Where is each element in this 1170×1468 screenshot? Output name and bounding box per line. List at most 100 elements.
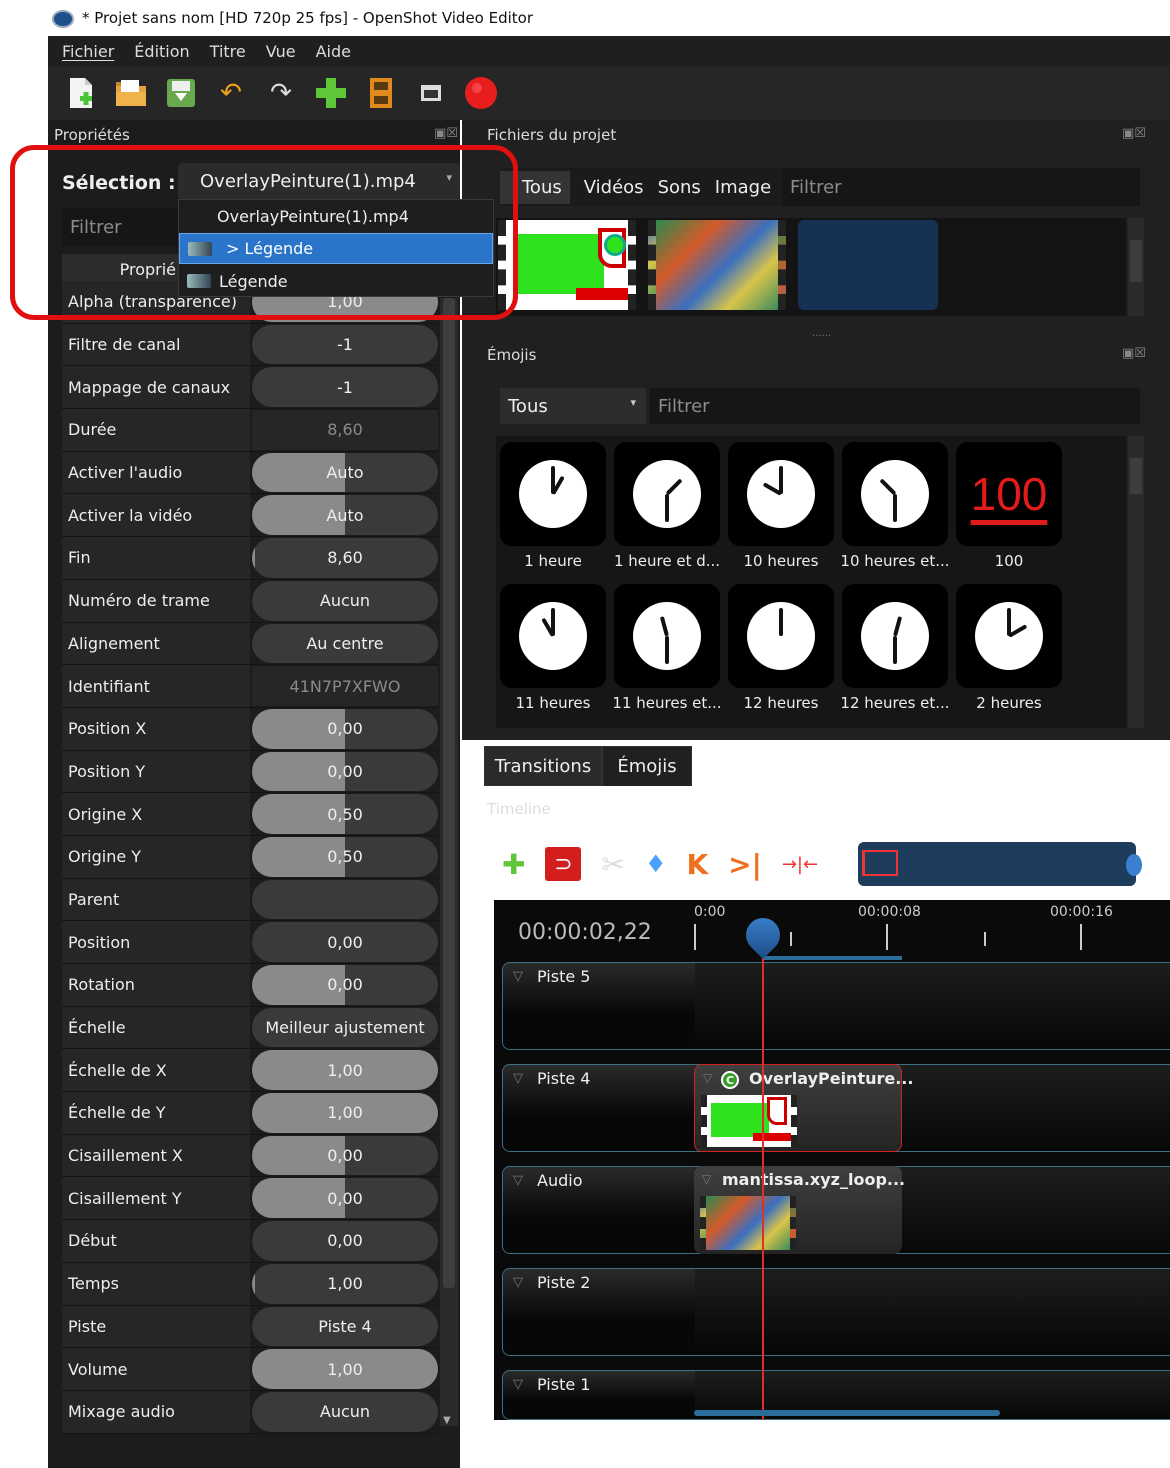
add-track-icon[interactable]: ✚: [502, 848, 525, 881]
scroll-down-icon[interactable]: ▼: [443, 1415, 451, 1426]
property-row[interactable]: Piste Piste 4: [62, 1305, 438, 1349]
property-row[interactable]: Mixage audio Aucun: [62, 1390, 438, 1434]
menu-edition[interactable]: Édition: [134, 42, 189, 61]
file-thumb-overlay[interactable]: [498, 220, 636, 310]
emoji-item[interactable]: 1 heure et d...: [614, 442, 720, 576]
property-row[interactable]: Position 0,00: [62, 921, 438, 964]
property-row[interactable]: Fin 8,60: [62, 537, 438, 580]
property-value[interactable]: 0,50: [252, 836, 438, 877]
timeline-hscrollbar[interactable]: [694, 1410, 1000, 1416]
property-value[interactable]: 0,00: [252, 751, 438, 792]
property-value[interactable]: 1,00: [252, 1093, 438, 1133]
collapse-chevron-icon[interactable]: ▽: [513, 1275, 523, 1290]
property-value[interactable]: -1: [252, 367, 438, 408]
property-value[interactable]: 0,50: [252, 794, 438, 834]
zoom-slider-handle[interactable]: [1126, 854, 1142, 876]
snap-magnet-icon[interactable]: ⊃: [545, 847, 582, 881]
property-row[interactable]: Filtre de canal -1: [62, 323, 438, 367]
export-video-icon[interactable]: [462, 74, 500, 112]
tab-transitions[interactable]: Transitions: [484, 746, 602, 786]
tab-image[interactable]: Image: [715, 177, 771, 198]
collapse-chevron-icon[interactable]: ▽: [513, 1173, 523, 1188]
property-row[interactable]: Début 0,00: [62, 1220, 438, 1263]
property-value[interactable]: 8,60: [252, 538, 438, 578]
timeline-zoom-slider[interactable]: [858, 842, 1142, 886]
property-row[interactable]: Numéro de trame Aucun: [62, 579, 438, 623]
property-value[interactable]: 0,00: [252, 708, 438, 749]
dock-float-close-icon[interactable]: ▣☒: [1122, 126, 1146, 141]
property-value[interactable]: 0,00: [252, 1178, 438, 1219]
emoji-item[interactable]: 11 heures et...: [612, 584, 722, 718]
property-value[interactable]: 0,00: [252, 1135, 438, 1176]
splitter-handle[interactable]: ......: [812, 328, 831, 339]
playhead-line[interactable]: [762, 950, 764, 1420]
property-value[interactable]: -1: [252, 324, 438, 365]
emoji-item[interactable]: 2 heures: [956, 584, 1062, 718]
emoji-item[interactable]: 1 heure: [500, 442, 606, 576]
property-row[interactable]: Alignement Au centre: [62, 622, 438, 666]
dock-float-close-icon[interactable]: ▣☒: [1122, 346, 1146, 361]
properties-scrollbar-thumb[interactable]: [443, 298, 455, 1288]
profile-icon[interactable]: [362, 74, 400, 112]
property-row[interactable]: Échelle de Y 1,00: [62, 1092, 438, 1135]
property-row[interactable]: Mappage de canaux -1: [62, 366, 438, 410]
tab-sons[interactable]: Sons: [658, 177, 701, 198]
tab-videos[interactable]: Vidéos: [584, 177, 644, 198]
property-row[interactable]: Rotation 0,00: [62, 964, 438, 1007]
emoji-category-combobox[interactable]: Tous ▾: [500, 388, 646, 424]
property-value[interactable]: 1,00: [252, 1349, 438, 1389]
menu-titre[interactable]: Titre: [210, 42, 246, 61]
property-row[interactable]: Temps 1,00: [62, 1262, 438, 1306]
property-row[interactable]: Identifiant 41N7P7XFWO: [62, 665, 438, 708]
collapse-chevron-icon[interactable]: ▽: [513, 1071, 523, 1086]
property-value[interactable]: 0,00: [252, 922, 438, 962]
emoji-item[interactable]: 10 heures et...: [840, 442, 950, 576]
save-project-icon[interactable]: [162, 74, 200, 112]
project-files-filter-input[interactable]: Filtrer: [782, 168, 1140, 206]
property-value[interactable]: Auto: [252, 452, 438, 493]
emoji-item[interactable]: 12 heures et...: [840, 584, 950, 718]
clip-menu-icon[interactable]: ▽: [703, 1071, 712, 1085]
property-row[interactable]: Cisaillement Y 0,00: [62, 1177, 438, 1221]
file-thumb-selected[interactable]: [798, 220, 938, 310]
emoji-item[interactable]: 10 heures: [728, 442, 834, 576]
property-row[interactable]: Durée 8,60: [62, 409, 438, 452]
track-piste-2[interactable]: ▽ Piste 2: [502, 1268, 1170, 1356]
menu-vue[interactable]: Vue: [266, 42, 296, 61]
center-playhead-icon[interactable]: →|←: [782, 854, 818, 875]
menu-aide[interactable]: Aide: [316, 42, 351, 61]
property-row[interactable]: Origine X 0,50: [62, 793, 438, 836]
property-value[interactable]: [252, 879, 438, 920]
fullscreen-icon[interactable]: [412, 74, 450, 112]
property-value[interactable]: 1,00: [252, 1263, 438, 1304]
property-row[interactable]: Échelle Meilleur ajustement: [62, 1006, 438, 1050]
emoji-item[interactable]: 100 100: [956, 442, 1062, 576]
next-marker-icon[interactable]: >|: [728, 848, 762, 881]
collapse-chevron-icon[interactable]: ▽: [513, 969, 523, 984]
property-row[interactable]: Position X 0,00: [62, 707, 438, 751]
clip-mantissa-audio[interactable]: ▽ mantissa.xyz_loop...: [694, 1166, 905, 1254]
property-value[interactable]: Aucun: [252, 1391, 438, 1432]
property-value[interactable]: 0,00: [252, 1221, 438, 1261]
emoji-item[interactable]: 11 heures: [500, 584, 606, 718]
menu-fichier[interactable]: Fichier: [62, 42, 114, 61]
file-thumb-mantissa[interactable]: [648, 220, 786, 310]
tab-emojis[interactable]: Émojis: [602, 746, 692, 786]
property-row[interactable]: Parent: [62, 878, 438, 922]
property-row[interactable]: Activer l'audio Auto: [62, 451, 438, 495]
property-row[interactable]: Volume 1,00: [62, 1348, 438, 1391]
previous-marker-icon[interactable]: K: [686, 848, 708, 881]
track-piste-5[interactable]: ▽ Piste 5: [502, 962, 1170, 1050]
property-row[interactable]: Cisaillement X 0,00: [62, 1134, 438, 1178]
properties-scrollbar[interactable]: ▼: [440, 298, 458, 1426]
emoji-scrollbar[interactable]: [1128, 436, 1144, 728]
property-row[interactable]: Origine Y 0,50: [62, 835, 438, 879]
new-project-icon[interactable]: [62, 74, 100, 112]
property-value[interactable]: 1,00: [252, 1050, 438, 1091]
undo-icon[interactable]: ↶: [212, 74, 250, 112]
emoji-filter-input[interactable]: Filtrer: [650, 388, 1140, 424]
clip-overlay-peinture[interactable]: ▽ C OverlayPeinture...: [694, 1064, 913, 1152]
add-marker-icon[interactable]: ♦: [645, 850, 667, 878]
redo-icon[interactable]: ↷: [262, 74, 300, 112]
collapse-chevron-icon[interactable]: ▽: [513, 1377, 523, 1392]
